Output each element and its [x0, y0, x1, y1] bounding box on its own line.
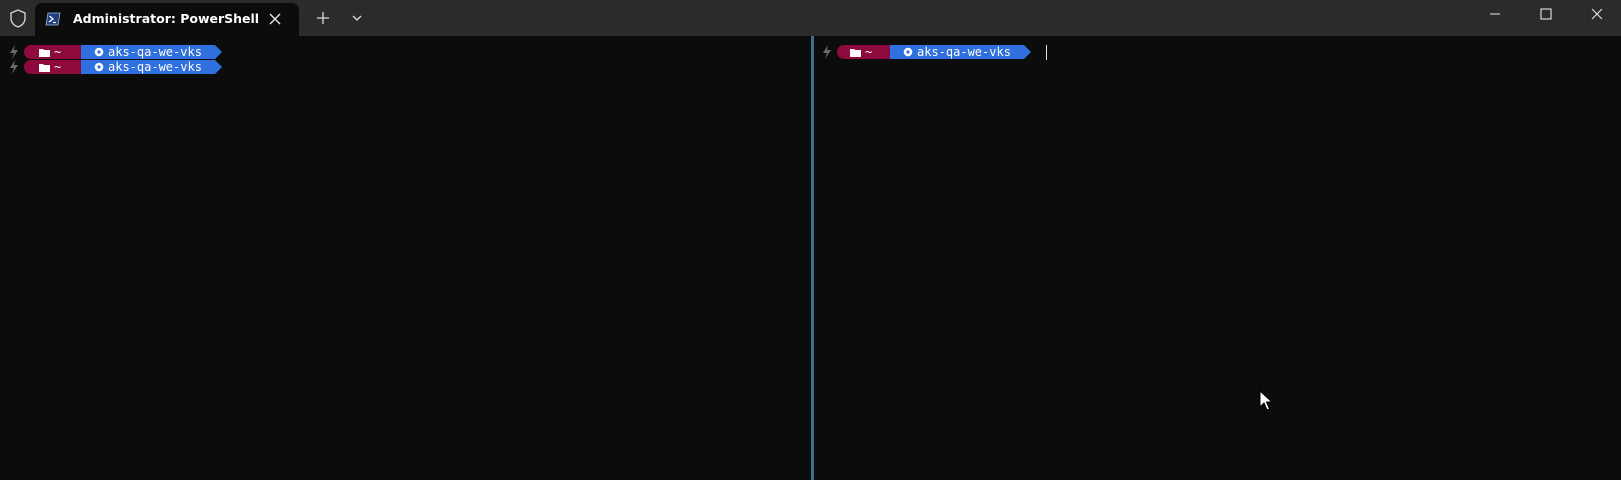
- path-text: ~: [865, 45, 873, 59]
- pane-splitter[interactable]: [811, 36, 814, 480]
- text-cursor: [1046, 45, 1047, 60]
- context-segment: aks-qa-we-vks: [81, 60, 215, 74]
- context-text: aks-qa-we-vks: [917, 45, 1011, 59]
- path-text: ~: [54, 45, 62, 59]
- context-text: aks-qa-we-vks: [108, 60, 202, 74]
- tab-title: Administrator: PowerShell: [73, 11, 260, 26]
- tab-powershell[interactable]: Administrator: PowerShell: [35, 3, 299, 36]
- kubernetes-icon: [903, 47, 913, 57]
- close-window-button[interactable]: [1574, 0, 1620, 32]
- close-icon: [1591, 8, 1603, 20]
- maximize-icon: [1540, 8, 1552, 20]
- bolt-icon: [10, 45, 18, 59]
- context-text: aks-qa-we-vks: [108, 45, 202, 59]
- mouse-pointer-icon: [1259, 390, 1273, 411]
- kubernetes-icon: [94, 47, 104, 57]
- terminal-pane-left[interactable]: ~ aks-qa-we-vks ~ aks-qa-we-vks: [0, 36, 811, 480]
- segment-arrow: [1024, 45, 1031, 59]
- plus-icon[interactable]: [315, 10, 331, 26]
- close-tab-icon[interactable]: [267, 11, 283, 27]
- context-segment: aks-qa-we-vks: [890, 45, 1024, 59]
- chevron-down-icon[interactable]: [350, 12, 364, 24]
- prompt-line: ~ aks-qa-we-vks: [9, 44, 229, 60]
- terminal-pane-right[interactable]: ~ aks-qa-we-vks: [816, 36, 1621, 480]
- powershell-icon: [45, 12, 61, 26]
- prompt-line: ~ aks-qa-we-vks: [9, 59, 229, 75]
- path-segment: ~: [24, 60, 80, 74]
- shield-icon[interactable]: [9, 9, 27, 28]
- segment-arrow: [215, 45, 222, 59]
- prompt-line: ~ aks-qa-we-vks: [822, 44, 1052, 60]
- path-segment: ~: [24, 45, 80, 59]
- bolt-icon: [823, 45, 831, 59]
- title-bar: Administrator: PowerShell: [0, 0, 1621, 36]
- folder-icon: [39, 49, 50, 57]
- bolt-icon: [10, 60, 18, 74]
- maximize-button[interactable]: [1523, 0, 1569, 32]
- folder-icon: [39, 64, 50, 72]
- path-segment: ~: [837, 45, 889, 59]
- context-segment: aks-qa-we-vks: [81, 45, 215, 59]
- path-text: ~: [54, 60, 62, 74]
- minimize-button[interactable]: [1472, 0, 1518, 32]
- minimize-icon: [1490, 13, 1500, 15]
- segment-arrow: [215, 60, 222, 74]
- folder-icon: [850, 49, 861, 57]
- kubernetes-icon: [94, 62, 104, 72]
